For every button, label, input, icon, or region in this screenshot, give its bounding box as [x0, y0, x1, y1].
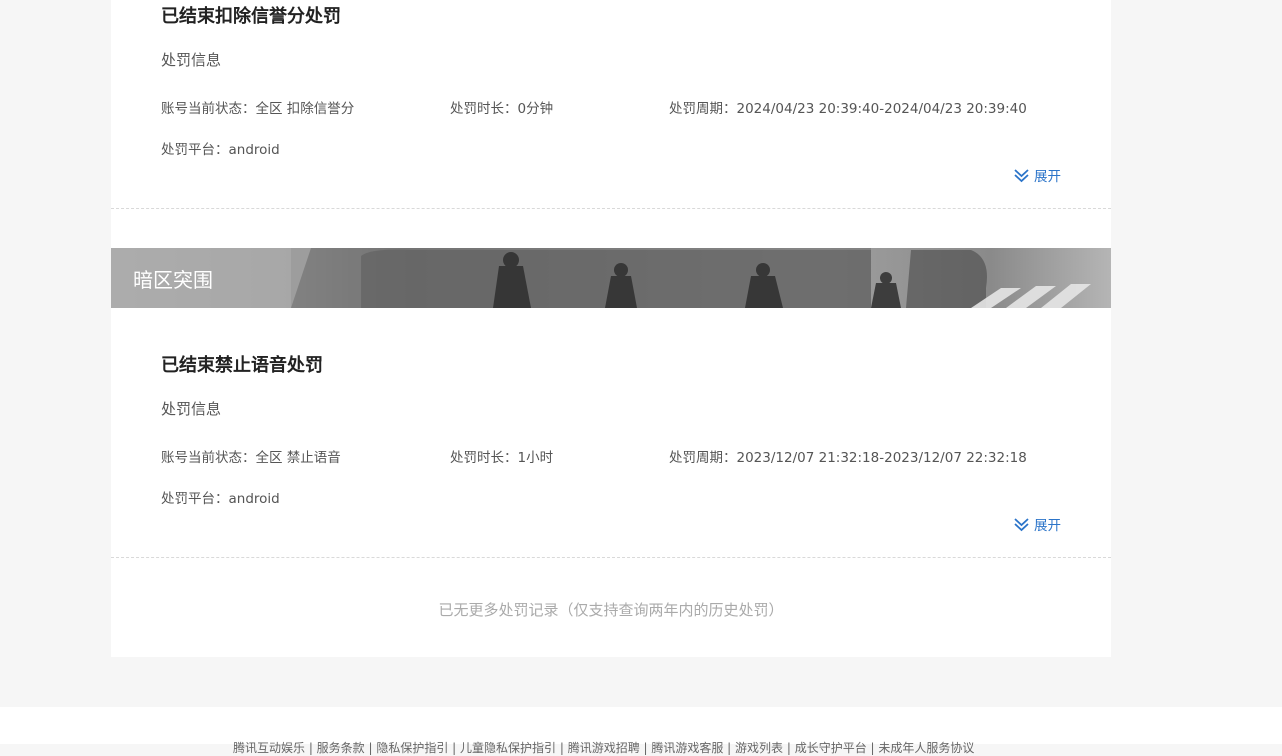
penalty-platform: 处罚平台：android [161, 491, 280, 507]
double-chevron-down-icon [1013, 167, 1030, 183]
penalty-platform: 处罚平台：android [161, 142, 280, 158]
record-divider [111, 208, 1111, 209]
penalty-record-2: 已结束禁止语音处罚 处罚信息 账号当前状态：全区 禁止语音 处罚时长：1小时 处… [111, 308, 1111, 557]
footer: 腾讯互动娱乐 | 服务条款 | 隐私保护指引 | 儿童隐私保护指引 | 腾讯游戏… [0, 707, 1282, 755]
double-chevron-down-icon [1013, 516, 1030, 532]
expand-button[interactable]: 展开 [1013, 514, 1061, 534]
penalty-period: 处罚周期：2024/04/23 20:39:40-2024/04/23 20:3… [669, 101, 1027, 117]
expand-button[interactable]: 展开 [1013, 165, 1061, 185]
no-more-records-text: 已无更多处罚记录（仅支持查询两年内的历史处罚） [438, 601, 784, 619]
penalty-info-label: 处罚信息 [161, 51, 222, 69]
record-divider [111, 557, 1111, 558]
account-status: 账号当前状态：全区 禁止语音 [161, 450, 341, 466]
game-banner-art [111, 248, 1091, 308]
account-status: 账号当前状态：全区 扣除信誉分 [161, 101, 355, 117]
expand-label: 展开 [1034, 169, 1061, 185]
game-title: 暗区突围 [133, 268, 213, 292]
record-title: 已结束禁止语音处罚 [161, 355, 323, 376]
expand-label: 展开 [1034, 518, 1061, 534]
footer-links[interactable]: 腾讯互动娱乐 | 服务条款 | 隐私保护指引 | 儿童隐私保护指引 | 腾讯游戏… [233, 739, 974, 756]
record-title: 已结束扣除信誉分处罚 [161, 6, 341, 27]
game-banner: 暗区突围 [111, 248, 1111, 308]
penalty-duration: 处罚时长：0分钟 [450, 101, 554, 117]
penalty-record-1: 已结束扣除信誉分处罚 处罚信息 账号当前状态：全区 扣除信誉分 处罚时长：0分钟… [111, 0, 1111, 208]
penalty-period: 处罚周期：2023/12/07 21:32:18-2023/12/07 22:3… [669, 450, 1027, 466]
penalty-info-label: 处罚信息 [161, 400, 222, 418]
penalty-duration: 处罚时长：1小时 [450, 450, 554, 466]
penalty-record-card: 已结束扣除信誉分处罚 处罚信息 账号当前状态：全区 扣除信誉分 处罚时长：0分钟… [111, 0, 1111, 657]
